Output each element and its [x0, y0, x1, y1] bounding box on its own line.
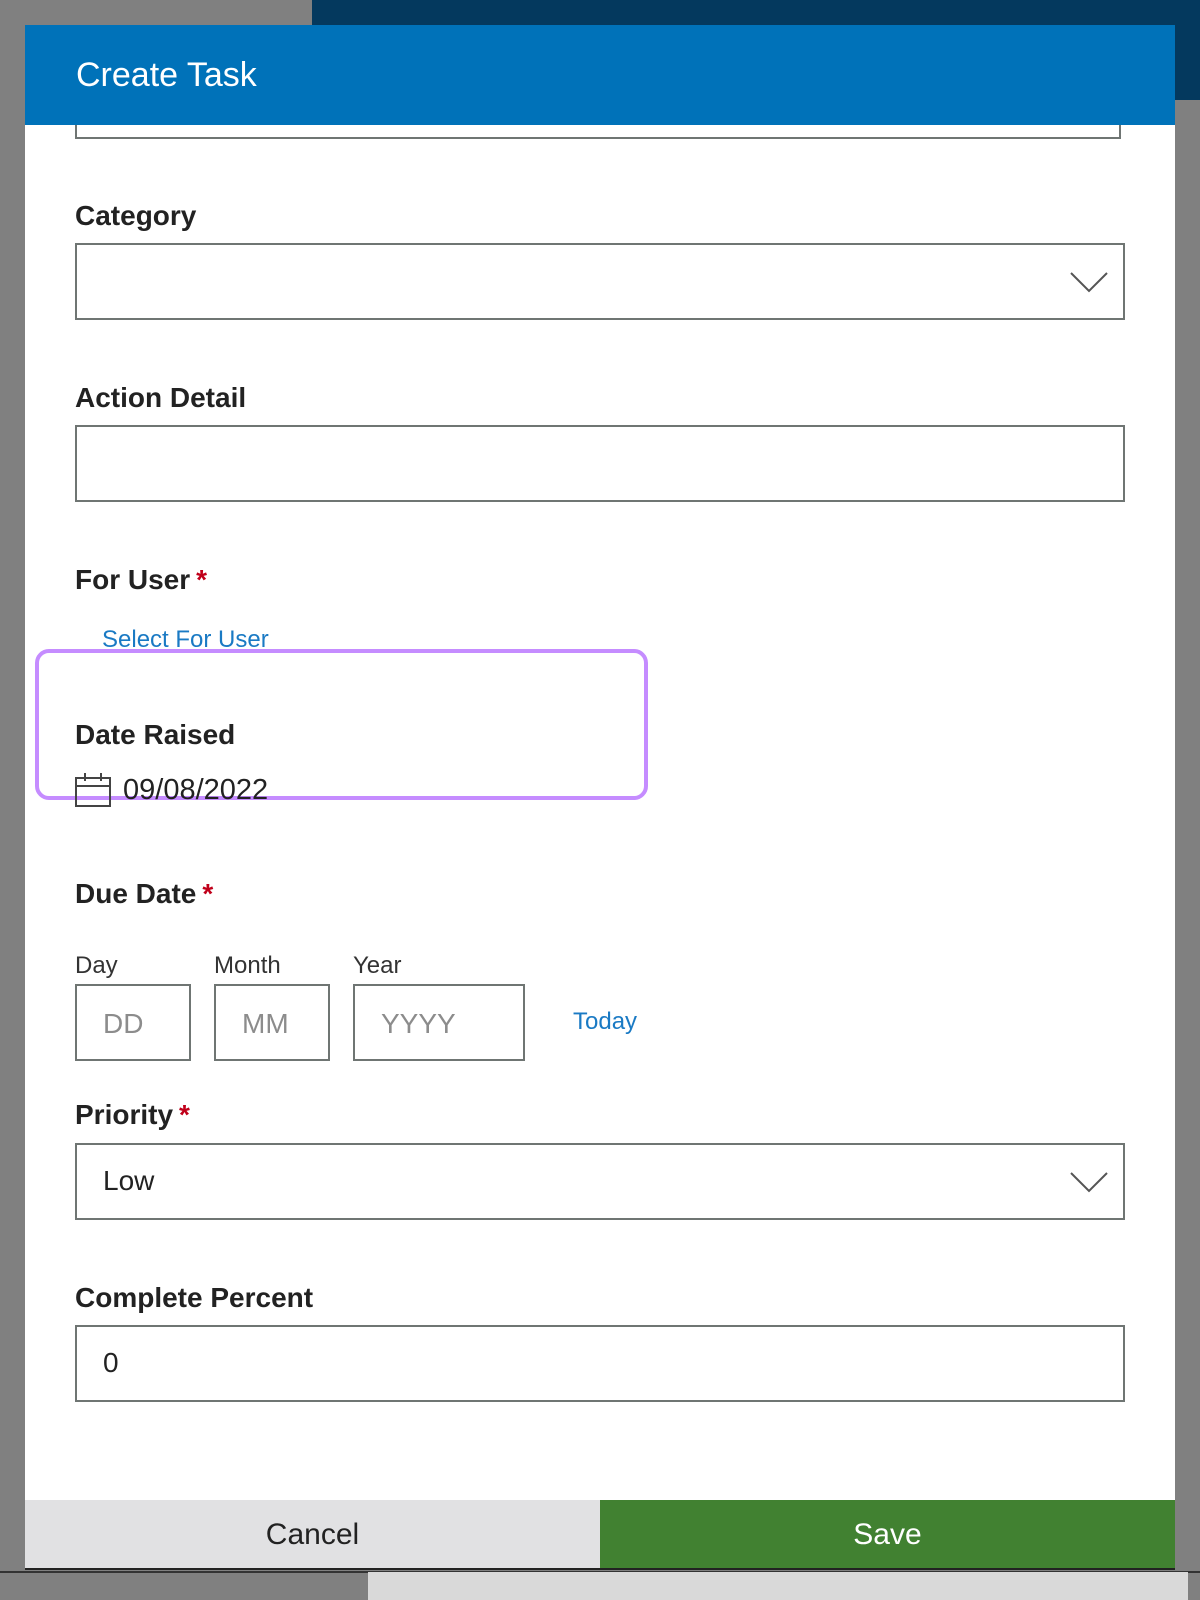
dialog-body[interactable]: Category Action Detail For User * Select … — [25, 125, 1175, 1525]
due-date-label: Due Date * — [75, 876, 213, 912]
priority-label-text: Priority — [75, 1099, 174, 1130]
action-detail-input[interactable] — [75, 425, 1125, 502]
priority-value: Low — [103, 1165, 155, 1196]
priority-select[interactable]: Low — [75, 1143, 1125, 1220]
year-input[interactable]: YYYY — [353, 984, 525, 1061]
chevron-down-icon — [1070, 272, 1108, 293]
required-mark: * — [202, 878, 214, 909]
cancel-button[interactable]: Cancel — [25, 1500, 600, 1570]
dialog-header: Create Task — [25, 25, 1175, 125]
complete-percent-label: Complete Percent — [75, 1282, 314, 1313]
previous-field-input[interactable] — [75, 125, 1121, 139]
required-mark: * — [179, 1099, 190, 1130]
year-label: Year — [353, 952, 402, 979]
create-task-dialog: Create Task Category Action Detail For U… — [25, 25, 1175, 1570]
priority-label: Priority * — [75, 1097, 190, 1133]
for-user-label: For User * — [75, 562, 207, 598]
required-mark: * — [196, 564, 208, 595]
background-panel — [368, 1572, 1188, 1600]
day-input[interactable]: DD — [75, 984, 191, 1061]
month-input[interactable]: MM — [214, 984, 330, 1061]
category-label: Category — [75, 200, 197, 231]
select-for-user-link[interactable]: Select For User — [102, 625, 269, 655]
complete-percent-input[interactable]: 0 — [75, 1325, 1125, 1402]
year-placeholder: YYYY — [381, 1008, 456, 1039]
dialog-footer: Cancel Save — [25, 1500, 1175, 1570]
date-raised-value: 09/08/2022 — [123, 774, 269, 806]
action-detail-label: Action Detail — [75, 382, 247, 413]
save-button[interactable]: Save — [600, 1500, 1175, 1570]
category-select[interactable] — [75, 243, 1125, 320]
chevron-down-icon — [1070, 1172, 1108, 1193]
complete-percent-value: 0 — [103, 1347, 119, 1378]
due-date-label-text: Due Date — [75, 878, 197, 909]
day-label: Day — [75, 952, 118, 979]
date-raised-label: Date Raised — [75, 719, 236, 750]
day-placeholder: DD — [103, 1008, 144, 1039]
for-user-label-text: For User — [75, 564, 191, 595]
calendar-icon — [75, 773, 111, 807]
month-label: Month — [214, 952, 281, 979]
today-link[interactable]: Today — [573, 1007, 637, 1037]
dialog-title: Create Task — [76, 56, 257, 94]
footer-divider — [25, 1568, 1175, 1570]
month-placeholder: MM — [242, 1008, 289, 1039]
